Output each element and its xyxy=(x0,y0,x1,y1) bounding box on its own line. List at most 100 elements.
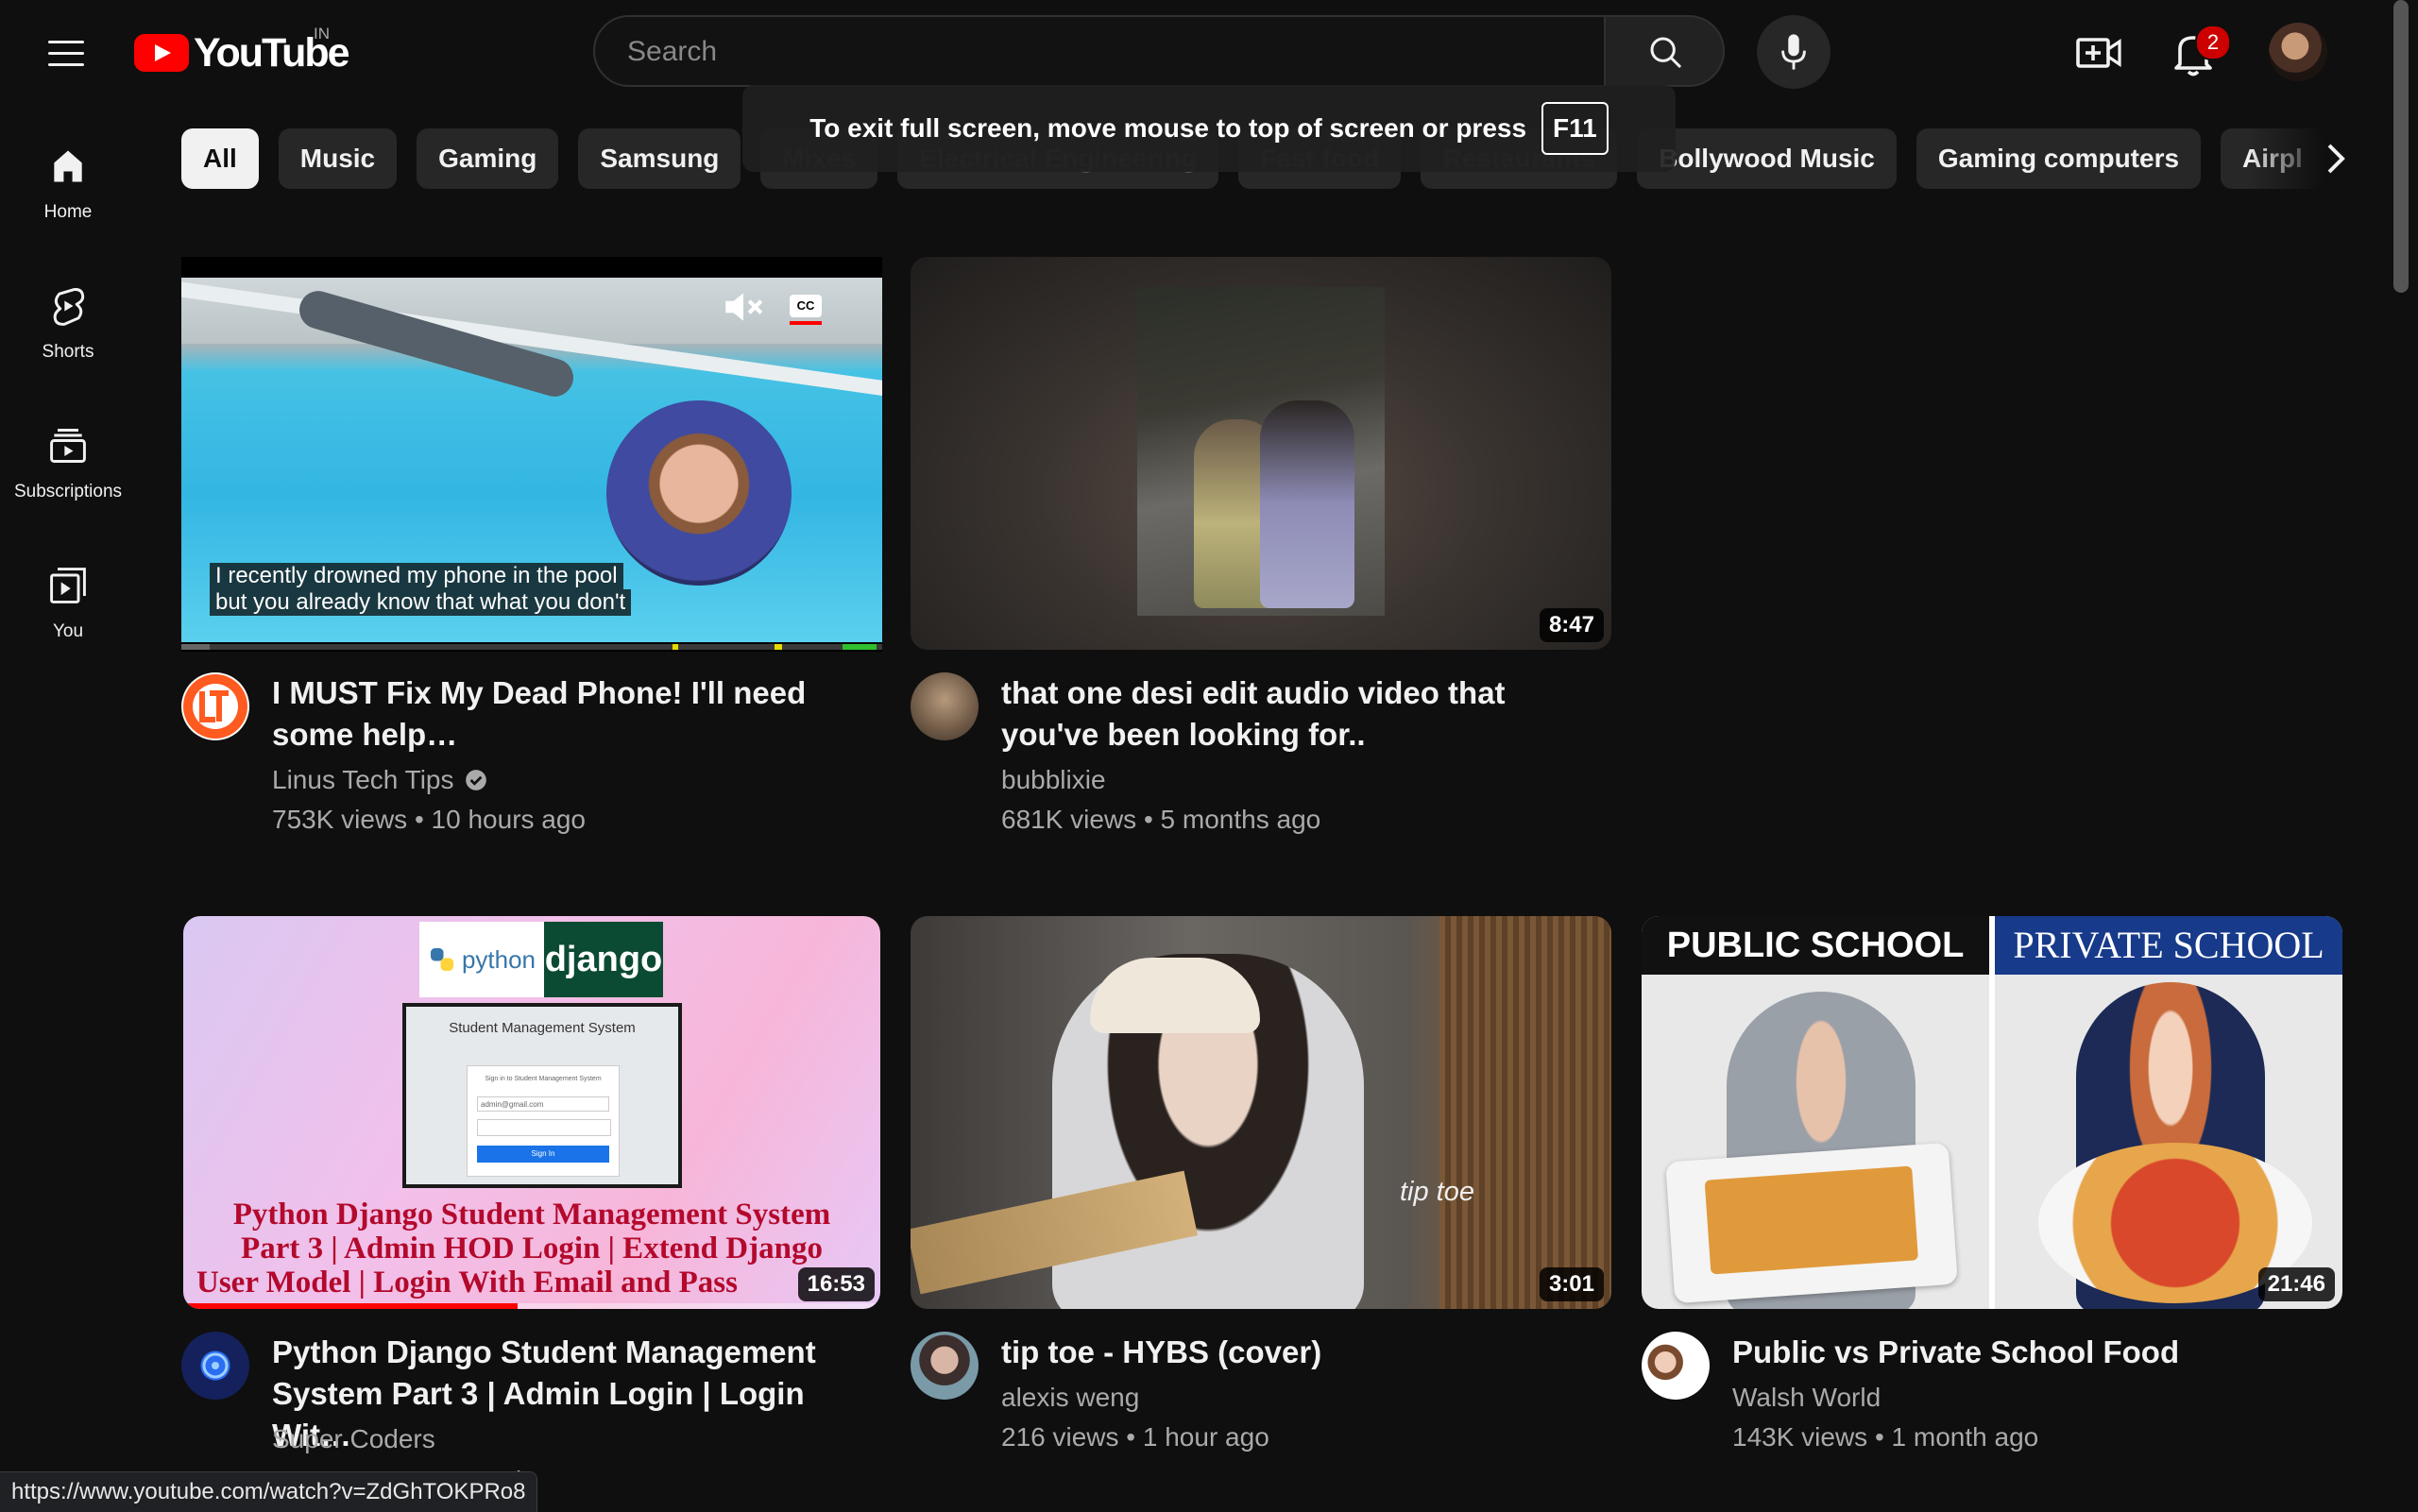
thumbnail-headline: Python Django Student Management System … xyxy=(183,1198,880,1300)
guide-item-you[interactable]: You xyxy=(0,548,136,680)
channel-name[interactable]: alexis weng xyxy=(1001,1383,1139,1413)
logo-region-code: IN xyxy=(314,25,330,42)
guide-menu-button[interactable] xyxy=(40,26,93,79)
chip-music[interactable]: Music xyxy=(278,128,398,189)
channel-avatar[interactable] xyxy=(911,1332,979,1400)
page-scrollbar[interactable] xyxy=(2393,0,2409,293)
split-divider xyxy=(1989,916,1995,1309)
video-title[interactable]: that one desi edit audio video that you'… xyxy=(1001,672,1606,756)
preview-progress-track[interactable] xyxy=(181,644,882,650)
channel-avatar[interactable] xyxy=(181,1332,249,1400)
preview-progress-fill xyxy=(181,644,210,650)
search-box xyxy=(593,15,1606,87)
menu-icon-line xyxy=(48,51,84,55)
you-icon xyxy=(50,568,86,603)
channel-name[interactable]: bubblixie xyxy=(1001,765,1106,795)
python-badge: python xyxy=(419,922,544,997)
chip-gaming[interactable]: Gaming xyxy=(417,128,559,189)
video-thumbnail[interactable]: tip toe 3:01 xyxy=(911,916,1611,1309)
mute-button[interactable] xyxy=(720,283,767,331)
channel-name[interactable]: Super Coders xyxy=(272,1424,435,1454)
channel-name-row: Linus Tech Tips xyxy=(272,765,488,795)
video-thumbnail[interactable]: PUBLIC SCHOOL PRIVATE SCHOOL 21:46 xyxy=(1642,916,2342,1309)
chapter-marker xyxy=(843,644,877,650)
fullscreen-key: F11 xyxy=(1541,102,1609,155)
channel-avatar[interactable] xyxy=(911,672,979,740)
chip-samsung[interactable]: Samsung xyxy=(578,128,741,189)
guide-item-home[interactable]: Home xyxy=(0,128,136,261)
create-button[interactable] xyxy=(2074,28,2123,77)
watch-progress-fill xyxy=(183,1303,519,1309)
muted-speaker-icon xyxy=(725,293,763,321)
chevron-right-icon xyxy=(2327,144,2345,174)
private-school-label: PRIVATE SCHOOL xyxy=(1995,916,2342,975)
menu-icon-line xyxy=(48,62,84,66)
account-avatar[interactable] xyxy=(2269,23,2327,81)
chapter-marker xyxy=(673,644,678,650)
sign-in-button: Sign In xyxy=(477,1146,609,1163)
video-title[interactable]: I MUST Fix My Dead Phone! I'll need some… xyxy=(272,672,839,756)
thumbnail-caption: tip toe xyxy=(1400,1177,1474,1207)
watch-progress-track xyxy=(183,1303,880,1309)
video-title[interactable]: tip toe - HYBS (cover) xyxy=(1001,1332,1606,1373)
channel-avatar[interactable] xyxy=(1642,1332,1710,1400)
public-school-label: PUBLIC SCHOOL xyxy=(1642,916,1989,975)
search-input[interactable] xyxy=(625,17,1574,87)
curtain-background xyxy=(1439,916,1611,1309)
guide-item-subscriptions[interactable]: Subscriptions xyxy=(0,408,136,540)
form-subtitle: Sign in to Student Management System xyxy=(485,1076,602,1082)
notification-count-badge: 2 xyxy=(2195,25,2231,60)
video-thumbnail[interactable]: python django Student Management System … xyxy=(183,916,880,1309)
link-status-url: https://www.youtube.com/watch?v=ZdGhTOKP… xyxy=(0,1471,538,1512)
cc-icon: CC xyxy=(790,295,822,317)
search-button[interactable] xyxy=(1604,15,1725,87)
video-metadata: 753K views • 10 hours ago xyxy=(272,805,587,834)
video-metadata: 681K views • 5 months ago xyxy=(1001,805,1321,834)
video-metadata: 216 views • 1 hour ago xyxy=(1001,1422,1269,1452)
caption-line-2: but you already know that what you don't xyxy=(210,589,632,616)
video-create-icon xyxy=(2076,38,2121,68)
chip-gaming-computers[interactable]: Gaming computers xyxy=(1916,128,2202,189)
channel-name[interactable]: Walsh World xyxy=(1732,1383,1881,1413)
caption-line-1: I recently drowned my phone in the pool xyxy=(210,563,623,589)
channel-name[interactable]: Linus Tech Tips xyxy=(272,765,454,795)
chapter-marker xyxy=(775,644,782,650)
shorts-icon xyxy=(53,288,85,326)
app-screenshot-frame: Student Management System Sign in to Stu… xyxy=(402,1003,682,1188)
youtube-play-icon xyxy=(134,34,189,72)
video-thumbnail[interactable]: 8:47 xyxy=(911,257,1611,650)
chips-next-button[interactable] xyxy=(2308,132,2361,185)
chip-all[interactable]: All xyxy=(181,128,259,189)
host-face-inset xyxy=(606,400,792,586)
cc-active-indicator xyxy=(790,321,822,325)
voice-search-button[interactable] xyxy=(1757,15,1831,89)
channel-avatar[interactable] xyxy=(181,672,249,740)
chip-bollywood-music[interactable]: Bollywood Music xyxy=(1637,128,1897,189)
guide-item-shorts[interactable]: Shorts xyxy=(0,268,136,400)
fullscreen-notice-text: To exit full screen, move mouse to top o… xyxy=(809,113,1527,143)
thumbnail-image xyxy=(1137,287,1385,616)
python-text: python xyxy=(461,944,536,974)
captions-button[interactable]: CC xyxy=(782,285,829,329)
video-thumbnail[interactable]: CC I recently drowned my phone in the po… xyxy=(181,257,882,652)
guide-item-label: You xyxy=(52,621,84,641)
headline-line: User Model | Login With Email and Pass xyxy=(196,1266,738,1300)
password-field xyxy=(477,1119,611,1136)
search-icon xyxy=(1650,37,1682,69)
login-form: Sign in to Student Management System adm… xyxy=(467,1065,620,1177)
linus-tech-tips-logo-icon xyxy=(183,674,247,739)
headline-line: Python Django Student Management System xyxy=(232,1198,831,1232)
home-icon xyxy=(54,150,82,182)
headline-line: Part 3 | Admin HOD Login | Extend Django xyxy=(241,1232,823,1266)
verified-badge-icon xyxy=(465,770,486,790)
video-duration: 3:01 xyxy=(1539,1267,1604,1301)
video-title[interactable]: Public vs Private School Food xyxy=(1732,1332,2337,1373)
panel-title: Student Management System xyxy=(449,1020,636,1036)
guide-item-label: Subscriptions xyxy=(13,482,123,501)
figure-right xyxy=(1260,400,1354,608)
guide-item-label: Shorts xyxy=(42,342,94,362)
email-field: admin@gmail.com xyxy=(477,1096,609,1112)
menu-icon-line xyxy=(48,40,84,43)
video-duration: 8:47 xyxy=(1539,608,1604,642)
microphone-icon xyxy=(1781,34,1806,70)
